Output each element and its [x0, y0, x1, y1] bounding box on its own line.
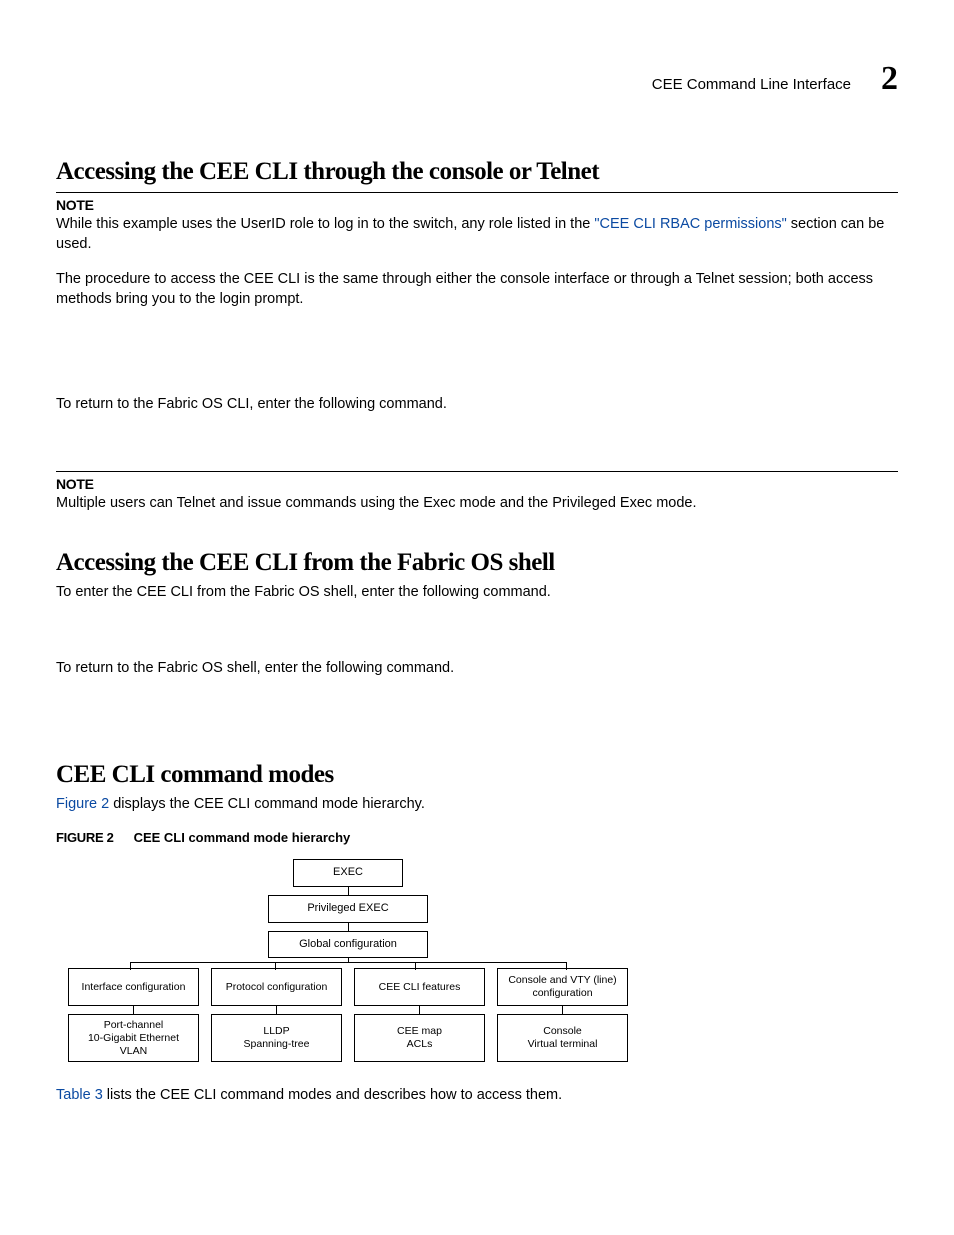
- figure-caption: FIGURE 2 CEE CLI command mode hierarchy: [56, 830, 898, 845]
- figure-2-link[interactable]: Figure 2: [56, 796, 109, 812]
- diagram-node-global-config: Global configuration: [268, 931, 428, 959]
- section-title: CEE CLI command modes: [56, 761, 898, 789]
- note-label: NOTE: [56, 197, 898, 213]
- diagram-node-exec: EXEC: [293, 859, 403, 887]
- note-body: While this example uses the UserID role …: [56, 215, 898, 254]
- rbac-permissions-link[interactable]: "CEE CLI RBAC permissions": [594, 216, 786, 232]
- command-mode-hierarchy-diagram: EXEC Privileged EXEC Global configuratio…: [68, 859, 628, 1062]
- diagram-node-console: Console Virtual terminal: [497, 1014, 628, 1062]
- section-fabric-os-shell: Accessing the CEE CLI from the Fabric OS…: [56, 549, 898, 724]
- section-title: Accessing the CEE CLI from the Fabric OS…: [56, 549, 898, 577]
- diagram-node-privileged-exec: Privileged EXEC: [268, 895, 428, 923]
- body-paragraph: Table 3 lists the CEE CLI command modes …: [56, 1086, 898, 1106]
- figure-label: FIGURE 2: [56, 830, 114, 845]
- note-text-a: While this example uses the UserID role …: [56, 216, 594, 232]
- text: lists the CEE CLI command modes and desc…: [103, 1087, 562, 1103]
- diagram-node-console-vty: Console and VTY (line) configuration: [497, 968, 628, 1006]
- diagram-node-cee-features: CEE CLI features: [354, 968, 485, 1006]
- note-label: NOTE: [56, 476, 898, 492]
- diagram-node-portchannel: Port-channel 10-Gigabit Ethernet VLAN: [68, 1014, 199, 1062]
- diagram-row-level5: Port-channel 10-Gigabit Ethernet VLAN LL…: [68, 1014, 628, 1062]
- body-paragraph: Figure 2 displays the CEE CLI command mo…: [56, 795, 898, 815]
- section-title: Accessing the CEE CLI through the consol…: [56, 158, 898, 186]
- body-paragraph: To return to the Fabric OS CLI, enter th…: [56, 395, 898, 415]
- chapter-number: 2: [881, 60, 898, 98]
- text: displays the CEE CLI command mode hierar…: [109, 796, 425, 812]
- body-paragraph: To enter the CEE CLI from the Fabric OS …: [56, 583, 898, 603]
- rule: [56, 471, 898, 472]
- table-3-link[interactable]: Table 3: [56, 1087, 103, 1103]
- body-paragraph: To return to the Fabric OS shell, enter …: [56, 659, 898, 679]
- diagram-connector: [68, 958, 628, 968]
- body-paragraph: The procedure to access the CEE CLI is t…: [56, 270, 898, 309]
- diagram-row-level4: Interface configuration Protocol configu…: [68, 968, 628, 1014]
- diagram-node-ceemap: CEE map ACLs: [354, 1014, 485, 1062]
- diagram-node-interface-config: Interface configuration: [68, 968, 199, 1006]
- diagram-node-lldp: LLDP Spanning-tree: [211, 1014, 342, 1062]
- diagram-node-protocol-config: Protocol configuration: [211, 968, 342, 1006]
- note-body: Multiple users can Telnet and issue comm…: [56, 494, 898, 514]
- rule: [56, 192, 898, 193]
- section-command-modes: CEE CLI command modes Figure 2 displays …: [56, 761, 898, 1106]
- running-head: CEE Command Line Interface: [652, 76, 851, 93]
- figure-title: CEE CLI command mode hierarchy: [134, 830, 351, 845]
- section-console-telnet: Accessing the CEE CLI through the consol…: [56, 158, 898, 513]
- page-header: CEE Command Line Interface 2: [56, 60, 898, 98]
